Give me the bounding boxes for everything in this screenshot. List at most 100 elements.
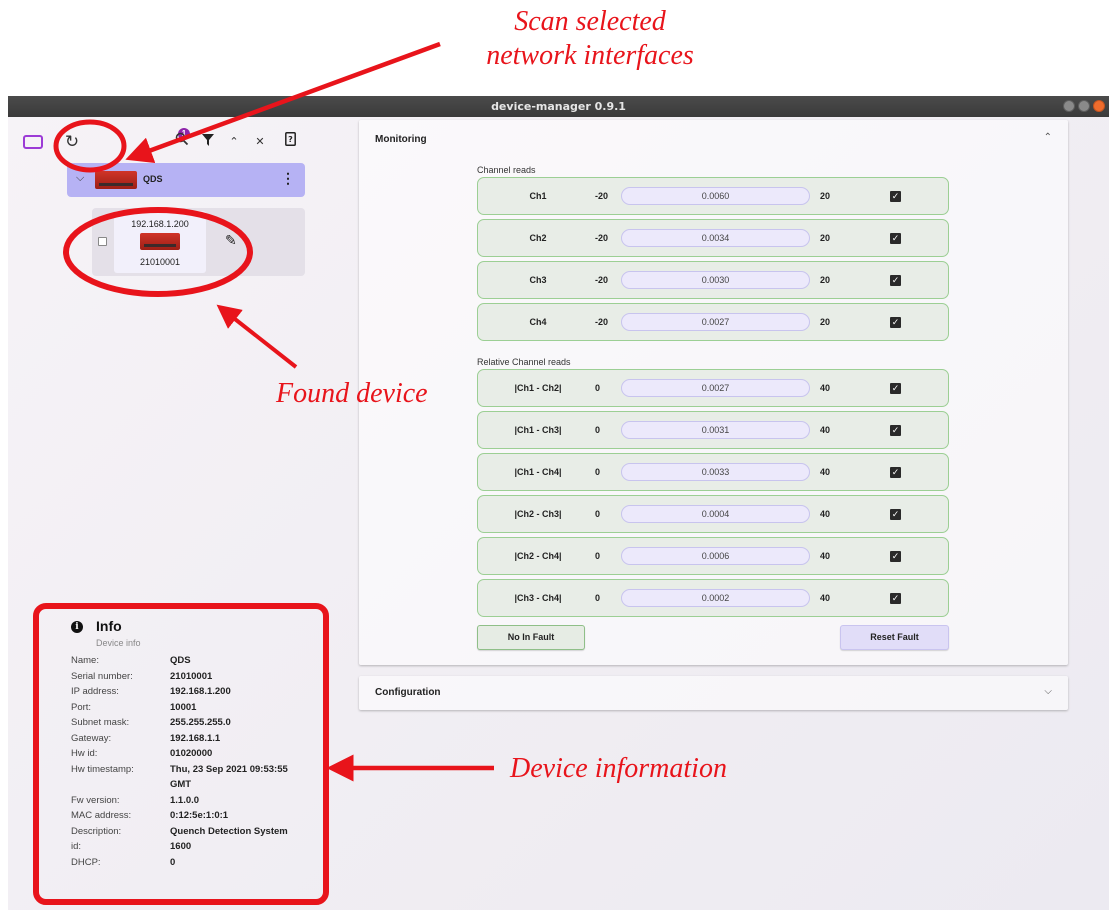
close-button[interactable] [1093, 100, 1105, 112]
info-value: 1600 [170, 841, 192, 852]
channel-value-field[interactable]: 0.0033 [621, 463, 810, 481]
channel-max: 40 [820, 593, 831, 603]
channel-value-field[interactable]: 0.0034 [621, 229, 810, 247]
device-checkbox[interactable] [98, 237, 107, 246]
info-icon: i [71, 621, 83, 633]
fault-status-button[interactable]: No In Fault [477, 625, 585, 650]
info-key: Serial number: [71, 670, 133, 682]
device-icon[interactable] [23, 132, 43, 152]
channel-min: 0 [595, 593, 601, 603]
channel-min: 0 [595, 509, 601, 519]
relative-channel-row: |Ch2 - Ch3| 0 0.0004 40 ✓ [477, 495, 949, 533]
channel-value-field[interactable]: 0.0027 [621, 313, 810, 331]
channel-min: 0 [595, 425, 601, 435]
channel-value-field[interactable]: 0.0027 [621, 379, 810, 397]
info-value: 0:12:5e:1:0:1 [170, 810, 229, 821]
reset-fault-button[interactable]: Reset Fault [840, 625, 949, 650]
info-value: 21010001 [170, 670, 213, 682]
channel-row: Ch1 -20 0.0060 20 ✓ [477, 177, 949, 215]
relative-channel-row: |Ch1 - Ch2| 0 0.0027 40 ✓ [477, 369, 949, 407]
chevron-down-icon[interactable]: ⌵ [76, 172, 84, 185]
channel-value-field[interactable]: 0.0004 [621, 505, 810, 523]
channel-checkbox[interactable]: ✓ [890, 275, 901, 286]
channel-checkbox[interactable]: ✓ [890, 317, 901, 328]
channel-name: Ch2 [529, 233, 547, 243]
edit-pencil-icon[interactable]: ✎ [225, 232, 237, 249]
channel-max: 40 [820, 425, 831, 435]
toolbar: ↻ 1 ⌃ ✕ ? [20, 128, 310, 158]
info-key: DHCP: [71, 856, 101, 868]
channel-checkbox[interactable]: ✓ [890, 509, 901, 520]
collapse-icon[interactable]: ✕ [250, 132, 270, 152]
configuration-card[interactable]: Configuration ⌵ [359, 676, 1068, 710]
device-image-icon [140, 233, 180, 250]
info-row: Name: QDS [71, 653, 308, 669]
filter-icon[interactable] [198, 132, 218, 152]
device-panel: 192.168.1.200 21010001 ✎ [92, 208, 305, 276]
channel-min: 0 [595, 467, 601, 477]
relative-channel-row: |Ch1 - Ch3| 0 0.0031 40 ✓ [477, 411, 949, 449]
info-key: Hw id: [71, 748, 98, 759]
chevron-down-icon[interactable]: ⌵ [1044, 686, 1052, 697]
info-key: Hw timestamp: [71, 763, 134, 775]
device-card[interactable]: 192.168.1.200 21010001 [114, 211, 206, 273]
channel-checkbox[interactable]: ✓ [890, 233, 901, 244]
channel-checkbox[interactable]: ✓ [890, 551, 901, 562]
info-value: 0 [170, 856, 176, 868]
annotation-device-information: Device information [510, 753, 727, 784]
channel-value-field[interactable]: 0.0060 [621, 187, 810, 205]
device-group-row[interactable]: ⌵ QDS ⋮ [67, 163, 305, 197]
channel-checkbox[interactable]: ✓ [890, 467, 901, 478]
info-value: 192.168.1.200 [170, 686, 231, 697]
monitoring-title: Monitoring [375, 134, 427, 145]
chevron-up-icon[interactable]: ⌃ [1044, 132, 1052, 143]
channel-checkbox[interactable]: ✓ [890, 593, 901, 604]
info-row: Description: Quench Detection System [71, 824, 308, 840]
configuration-title: Configuration [375, 687, 441, 698]
expand-icon[interactable]: ⌃ [224, 132, 244, 152]
channel-min: 0 [595, 383, 601, 393]
minimize-button[interactable] [1063, 100, 1075, 112]
relative-channel-row: |Ch1 - Ch4| 0 0.0033 40 ✓ [477, 453, 949, 491]
info-value: 01020000 [170, 748, 213, 759]
channel-row: Ch2 -20 0.0034 20 ✓ [477, 219, 949, 257]
info-key: Fw version: [71, 794, 120, 806]
info-value: 10001 [170, 701, 197, 713]
window-title: device-manager 0.9.1 [491, 100, 626, 113]
refresh-icon[interactable]: ↻ [62, 132, 82, 152]
info-key: Port: [71, 701, 92, 713]
channel-checkbox[interactable]: ✓ [890, 383, 901, 394]
info-key: Subnet mask: [71, 717, 130, 728]
channel-name: |Ch1 - Ch4| [514, 467, 562, 477]
channel-min: -20 [595, 233, 609, 243]
channel-name: |Ch3 - Ch4| [514, 593, 562, 603]
channel-max: 40 [820, 551, 831, 561]
channel-name: Ch1 [529, 191, 547, 201]
channel-row: Ch4 -20 0.0027 20 ✓ [477, 303, 949, 341]
channel-max: 20 [820, 275, 831, 285]
info-row: Hw id: 01020000 [71, 746, 308, 762]
channel-value-field[interactable]: 0.0031 [621, 421, 810, 439]
channel-name: |Ch1 - Ch2| [514, 383, 562, 393]
relative-channel-row: |Ch2 - Ch4| 0 0.0006 40 ✓ [477, 537, 949, 575]
maximize-button[interactable] [1078, 100, 1090, 112]
channel-min: -20 [595, 275, 609, 285]
info-rows: Name: QDS Serial number: 21010001 IP address… [71, 653, 308, 870]
channel-name: Ch3 [529, 275, 547, 285]
channel-value-field[interactable]: 0.0006 [621, 547, 810, 565]
channel-checkbox[interactable]: ✓ [890, 191, 901, 202]
channel-checkbox[interactable]: ✓ [890, 425, 901, 436]
annotation-found-device: Found device [276, 378, 428, 409]
help-icon[interactable]: ? [280, 132, 300, 152]
channel-max: 40 [820, 509, 831, 519]
relative-channel-row: |Ch3 - Ch4| 0 0.0002 40 ✓ [477, 579, 949, 617]
search-icon[interactable] [172, 132, 192, 152]
channel-value-field[interactable]: 0.0002 [621, 589, 810, 607]
info-row: DHCP: 0 [71, 855, 308, 871]
channel-name: |Ch1 - Ch3| [514, 425, 562, 435]
info-row: Subnet mask: 255.255.255.0 [71, 715, 308, 731]
channel-value-field[interactable]: 0.0030 [621, 271, 810, 289]
more-options-icon[interactable]: ⋮ [281, 171, 295, 185]
info-key: Description: [71, 825, 122, 837]
info-subtitle: Device info [96, 638, 141, 648]
